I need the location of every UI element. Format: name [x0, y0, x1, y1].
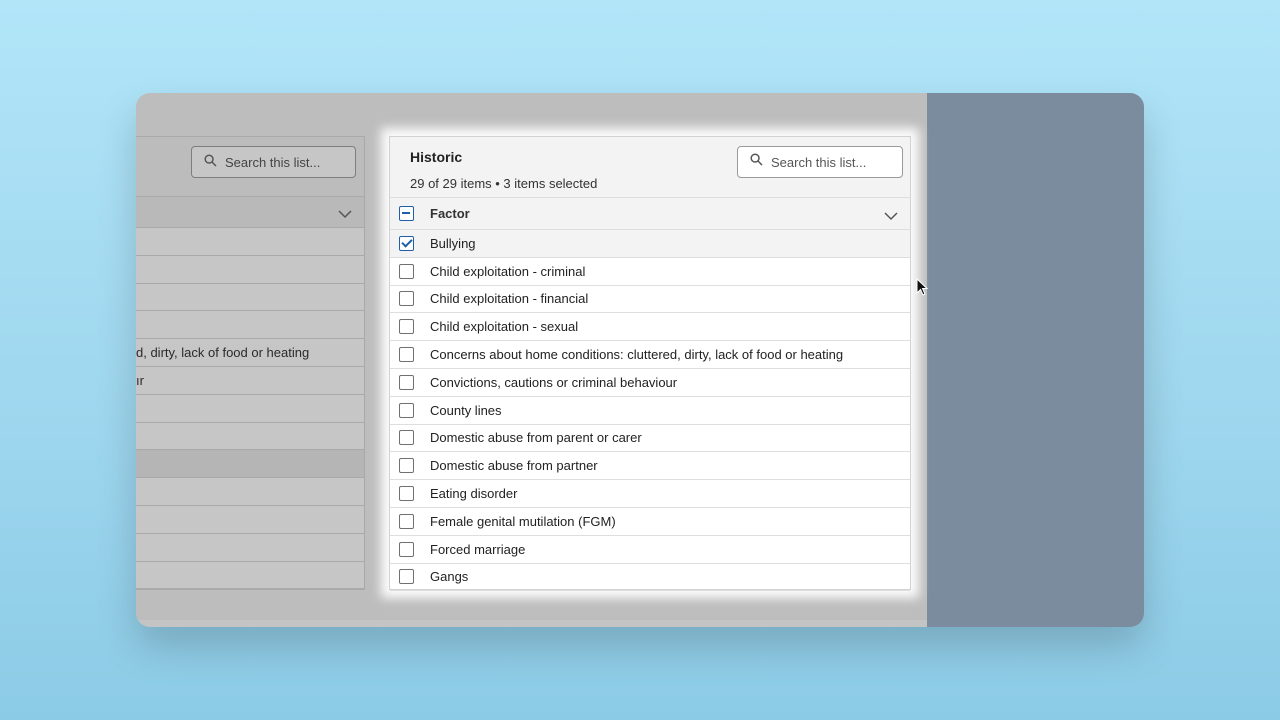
- item-label: Forced marriage: [430, 541, 526, 557]
- item-checkbox[interactable]: [399, 458, 414, 474]
- left-list-item[interactable]: ır: [136, 367, 364, 395]
- item-label: Gangs: [430, 569, 469, 585]
- item-checkbox[interactable]: [399, 513, 414, 529]
- search-box[interactable]: [737, 146, 903, 178]
- left-list-item[interactable]: [136, 284, 364, 312]
- item-checkbox[interactable]: [399, 263, 414, 279]
- left-list-item[interactable]: d, dirty, lack of food or heating: [136, 339, 364, 367]
- item-label: Bullying: [430, 235, 476, 251]
- left-list-item[interactable]: [136, 311, 364, 340]
- item-checkbox[interactable]: [399, 347, 414, 363]
- item-label: Female genital mutilation (FGM): [430, 513, 616, 529]
- left-list-item[interactable]: [136, 228, 364, 256]
- historic-list-panel: Historic 29 of 29 items • 3 items select…: [389, 136, 911, 592]
- factor-list: Bullying Child exploitation - criminal Chi…: [390, 230, 910, 592]
- item-label: Child exploitation - financial: [430, 291, 589, 307]
- left-panel-header: Search this list...: [136, 137, 364, 197]
- right-side-panel: [927, 93, 1144, 627]
- search-input[interactable]: [771, 154, 891, 170]
- item-label: Eating disorder: [430, 486, 518, 502]
- list-item[interactable]: Forced marriage: [390, 536, 910, 564]
- left-list-item[interactable]: [136, 256, 364, 284]
- item-checkbox[interactable]: [399, 541, 414, 557]
- left-list-item[interactable]: [136, 562, 364, 589]
- list-item[interactable]: Female genital mutilation (FGM): [390, 508, 910, 536]
- list-item[interactable]: Child exploitation - financial: [390, 286, 910, 314]
- item-checkbox[interactable]: [399, 319, 414, 335]
- item-label: Convictions, cautions or criminal behavi…: [430, 374, 678, 390]
- selection-summary: 29 of 29 items • 3 items selected: [410, 176, 598, 191]
- panel-header: Historic 29 of 29 items • 3 items select…: [390, 137, 910, 197]
- item-checkbox[interactable]: [399, 235, 414, 251]
- list-item[interactable]: Gangs: [390, 564, 910, 592]
- left-search-box[interactable]: Search this list...: [191, 146, 356, 178]
- panel-title: Historic: [410, 149, 463, 165]
- item-checkbox[interactable]: [399, 402, 414, 418]
- left-list: d, dirty, lack of food or heating ır: [136, 228, 364, 589]
- search-icon: [204, 154, 217, 170]
- list-item[interactable]: Concerns about home conditions: cluttere…: [390, 341, 910, 369]
- factor-column-header: Factor: [390, 197, 910, 230]
- list-item[interactable]: Eating disorder: [390, 480, 910, 508]
- list-item[interactable]: Domestic abuse from parent or carer: [390, 425, 910, 453]
- left-list-item[interactable]: [136, 478, 364, 506]
- left-column-header[interactable]: [136, 197, 364, 228]
- column-header-label: Factor: [430, 206, 470, 221]
- search-icon: [750, 153, 763, 171]
- left-list-item[interactable]: [136, 506, 364, 534]
- chevron-down-icon[interactable]: [338, 206, 352, 224]
- select-all-checkbox[interactable]: [399, 206, 414, 221]
- list-item[interactable]: County lines: [390, 397, 910, 425]
- left-list-item[interactable]: [136, 423, 364, 451]
- list-item[interactable]: Convictions, cautions or criminal behavi…: [390, 369, 910, 397]
- item-checkbox[interactable]: [399, 569, 414, 585]
- left-search-placeholder: Search this list...: [225, 154, 321, 170]
- left-list-item[interactable]: [136, 395, 364, 423]
- item-label: Child exploitation - sexual: [430, 319, 579, 335]
- list-item[interactable]: Child exploitation - criminal: [390, 258, 910, 286]
- item-label: County lines: [430, 402, 502, 418]
- list-item[interactable]: Bullying: [390, 230, 910, 258]
- list-item[interactable]: Child exploitation - sexual: [390, 313, 910, 342]
- item-label: Concerns about home conditions: cluttere…: [430, 347, 844, 363]
- left-list-item[interactable]: [136, 534, 364, 562]
- mouse-pointer-icon: [916, 277, 929, 301]
- chevron-down-icon[interactable]: [884, 208, 898, 226]
- window-footer: [136, 620, 927, 627]
- item-label: Domestic abuse from parent or carer: [430, 430, 642, 446]
- left-list-item[interactable]: [136, 450, 364, 479]
- list-item[interactable]: Domestic abuse from partner: [390, 452, 910, 481]
- item-checkbox[interactable]: [399, 430, 414, 446]
- item-label: Child exploitation - criminal: [430, 263, 586, 279]
- left-list-panel: Search this list... d, dirty, lack of fo…: [136, 136, 365, 590]
- item-label: Domestic abuse from partner: [430, 458, 598, 474]
- item-checkbox[interactable]: [399, 291, 414, 307]
- item-checkbox[interactable]: [399, 486, 414, 502]
- item-checkbox[interactable]: [399, 374, 414, 390]
